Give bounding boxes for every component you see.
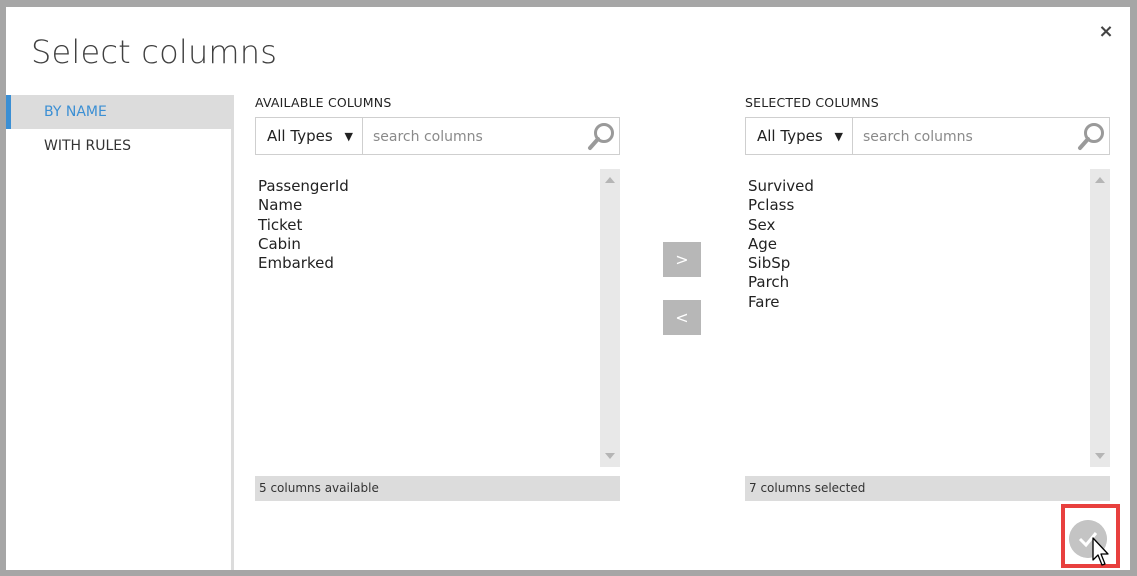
chevron-down-icon: ▼ <box>344 130 353 143</box>
available-status: 5 columns available <box>255 476 620 501</box>
search-icon[interactable] <box>587 120 617 152</box>
nav-item-by-name[interactable]: BY NAME <box>6 95 231 129</box>
select-columns-dialog: Select columns × BY NAME WITH RULES AVAI… <box>6 7 1130 570</box>
available-columns-list[interactable]: PassengerId Name Ticket Cabin Embarked <box>255 169 620 469</box>
list-item[interactable]: Pclass <box>745 196 1110 215</box>
list-item[interactable]: Embarked <box>255 254 620 273</box>
nav-item-with-rules[interactable]: WITH RULES <box>6 129 231 163</box>
available-search-box <box>363 117 620 156</box>
scroll-down-icon[interactable] <box>1095 453 1105 459</box>
dialog-title: Select columns <box>31 33 278 71</box>
available-type-select[interactable]: All Types ▼ <box>255 117 363 155</box>
scroll-down-icon[interactable] <box>605 453 615 459</box>
selected-search-input[interactable] <box>861 118 1080 156</box>
list-item[interactable]: SibSp <box>745 254 1110 273</box>
selected-filter-row: All Types ▼ <box>745 117 1110 156</box>
mouse-cursor-icon <box>1092 537 1109 566</box>
list-item[interactable]: Parch <box>745 273 1110 292</box>
add-column-button[interactable]: > <box>663 242 701 277</box>
chevron-down-icon: ▼ <box>834 130 843 143</box>
selected-columns-header: SELECTED COLUMNS <box>745 95 879 110</box>
selected-type-select[interactable]: All Types ▼ <box>745 117 853 155</box>
list-item[interactable]: Name <box>255 196 620 215</box>
list-item[interactable]: Sex <box>745 216 1110 235</box>
left-nav: BY NAME WITH RULES <box>6 95 234 570</box>
selected-columns-list[interactable]: Survived Pclass Sex Age SibSp Parch Fare <box>745 169 1110 469</box>
list-item[interactable]: Ticket <box>255 216 620 235</box>
selected-search-box <box>853 117 1110 156</box>
list-item[interactable]: Fare <box>745 293 1110 312</box>
list-item[interactable]: Age <box>745 235 1110 254</box>
available-columns-header: AVAILABLE COLUMNS <box>255 95 392 110</box>
list-item[interactable]: Survived <box>745 177 1110 196</box>
scroll-up-icon[interactable] <box>1095 177 1105 183</box>
list-item[interactable]: PassengerId <box>255 177 620 196</box>
selected-type-value: All Types <box>757 127 823 145</box>
list-item[interactable]: Cabin <box>255 235 620 254</box>
search-icon[interactable] <box>1077 120 1107 152</box>
scroll-up-icon[interactable] <box>605 177 615 183</box>
available-filter-row: All Types ▼ <box>255 117 620 156</box>
close-icon[interactable]: × <box>1095 21 1117 43</box>
available-scrollbar[interactable] <box>600 169 620 467</box>
available-type-value: All Types <box>267 127 333 145</box>
remove-column-button[interactable]: < <box>663 300 701 335</box>
selected-status: 7 columns selected <box>745 476 1110 501</box>
available-search-input[interactable] <box>371 118 590 156</box>
selected-scrollbar[interactable] <box>1090 169 1110 467</box>
